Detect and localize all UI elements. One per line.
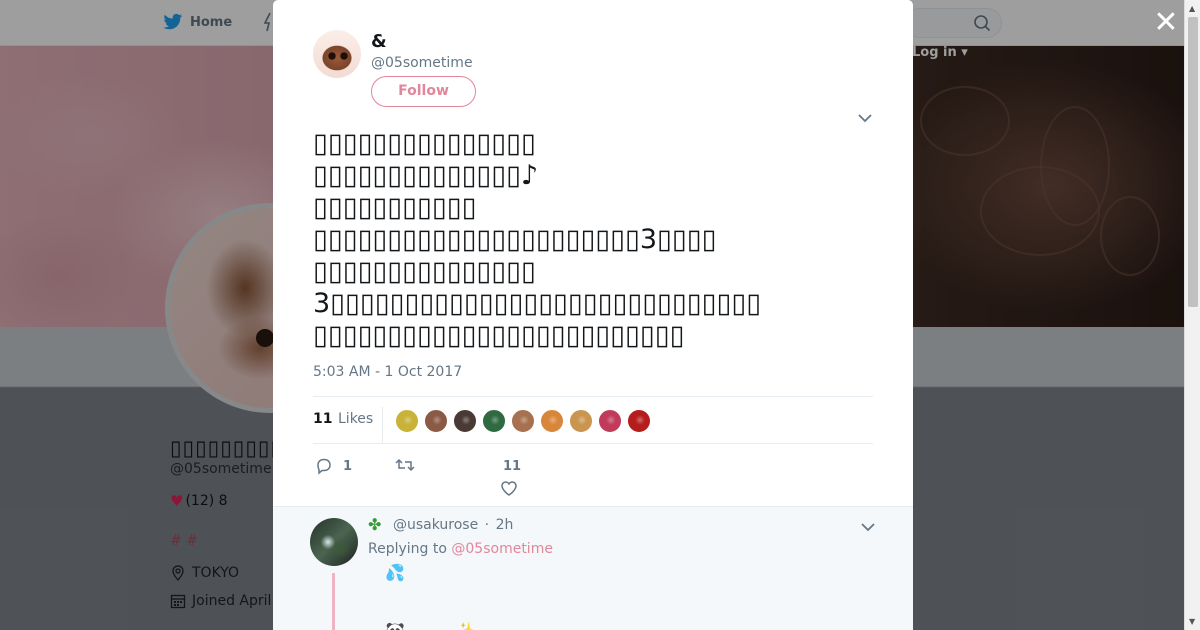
liker-avatar[interactable]	[540, 409, 564, 433]
like-count: 11	[503, 459, 522, 474]
liker-avatar[interactable]	[511, 409, 535, 433]
sweat-droplets-icon: 💦	[385, 563, 405, 582]
clover-icon: ✤	[368, 515, 382, 534]
tweet-modal: & @05sometime Follow ▯▯▯▯▯▯▯▯▯▯▯▯▯▯▯ ▯▯▯…	[273, 0, 913, 630]
chevron-down-icon[interactable]	[860, 520, 876, 534]
replying-to-prefix: Replying to	[368, 541, 447, 557]
chevron-down-icon[interactable]	[857, 111, 873, 125]
retweet-button[interactable]	[395, 457, 415, 473]
panda-icon: 🐼	[385, 621, 405, 630]
replying-to: Replying to @05sometime	[368, 541, 553, 557]
thread-line	[332, 573, 335, 630]
author-name[interactable]: &	[371, 31, 387, 52]
reply-icon	[317, 458, 331, 475]
scroll-up-arrow-icon[interactable]: ▲	[1189, 4, 1195, 13]
scroll-down-arrow-icon[interactable]: ▼	[1189, 617, 1195, 626]
tweet-text: ▯▯▯▯▯▯▯▯▯▯▯▯▯▯▯ ▯▯▯▯▯▯▯▯▯▯▯▯▯▯♪ ▯▯▯▯▯▯▯▯…	[313, 128, 873, 352]
liker-avatar[interactable]	[598, 409, 622, 433]
liker-avatar[interactable]	[453, 409, 477, 433]
close-icon[interactable]: ✕	[1152, 8, 1180, 38]
liker-avatar[interactable]	[627, 409, 651, 433]
tweet-text-line: ▯▯▯▯▯▯▯▯▯▯▯▯▯▯▯▯▯▯▯▯▯▯▯▯▯	[313, 320, 685, 351]
replying-to-mention[interactable]: @05sometime	[451, 541, 553, 557]
reply-author-avatar[interactable]	[310, 518, 358, 566]
reply-button[interactable]: 1	[315, 457, 352, 475]
reply-author-handle[interactable]: @usakurose	[393, 517, 478, 533]
tweet-text-line: ▯▯▯▯▯▯▯▯▯▯▯▯▯▯♪	[313, 160, 539, 191]
likes-count[interactable]: 11	[313, 411, 332, 427]
liker-avatars	[395, 409, 651, 433]
tweet-text-line: ▯▯▯▯▯▯▯▯▯▯▯	[313, 192, 477, 223]
stats-divider	[382, 407, 383, 443]
liker-avatar[interactable]	[569, 409, 593, 433]
author-avatar[interactable]	[313, 30, 361, 78]
reply-tweet: ✤ @usakurose · 2h Replying to @05sometim…	[273, 506, 913, 630]
liker-avatar[interactable]	[395, 409, 419, 433]
retweet-icon	[395, 458, 415, 472]
tweet-actions: 1 11	[313, 452, 873, 502]
liker-avatar[interactable]	[482, 409, 506, 433]
page-scrollbar[interactable]: ▲ ▼	[1184, 0, 1200, 630]
tweet-stats: 11 Likes	[313, 396, 873, 444]
tweet-text-line: 3▯▯▯▯▯▯▯▯▯▯▯▯▯▯▯▯▯▯▯▯▯▯▯▯▯▯▯▯▯	[313, 288, 762, 319]
reply-count: 1	[343, 458, 353, 474]
liker-avatar[interactable]	[424, 409, 448, 433]
follow-button[interactable]: Follow	[371, 76, 476, 107]
sparkle-icon: ✨	[456, 621, 476, 630]
tweet-text-line: ▯▯▯▯▯▯▯▯▯▯▯▯▯▯▯	[313, 256, 536, 287]
likes-label[interactable]: Likes	[338, 411, 373, 427]
scrollbar-thumb[interactable]	[1188, 17, 1198, 307]
tweet-text-line: ▯▯▯▯▯▯▯▯▯▯▯▯▯▯▯▯▯▯▯▯▯▯3▯▯▯▯	[313, 224, 717, 255]
reply-age[interactable]: 2h	[496, 517, 514, 533]
reply-author-meta: @usakurose · 2h	[393, 517, 514, 533]
heart-outline-icon[interactable]	[500, 480, 518, 497]
tweet-text-line: ▯▯▯▯▯▯▯▯▯▯▯▯▯▯▯	[313, 128, 536, 159]
tweet-timestamp[interactable]: 5:03 AM - 1 Oct 2017	[313, 364, 462, 380]
author-handle[interactable]: @05sometime	[371, 55, 473, 71]
